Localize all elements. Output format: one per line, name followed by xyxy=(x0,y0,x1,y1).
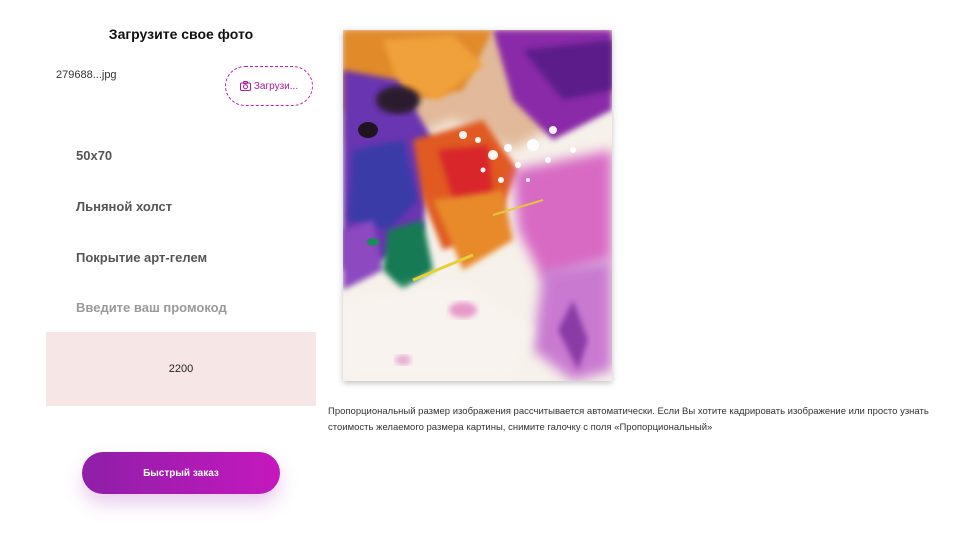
abstract-paint-image xyxy=(343,30,612,381)
upload-title: Загрузите свое фото xyxy=(108,26,254,42)
material-option[interactable]: Льняной холст xyxy=(76,199,172,214)
upload-button-label: Загрузи... xyxy=(253,80,299,92)
uploaded-file-name: 279688...jpg xyxy=(56,69,117,81)
proportional-size-note: Пропорциональный размер изображения расс… xyxy=(328,406,929,433)
price-box: 2200 xyxy=(46,332,316,406)
camera-icon xyxy=(239,81,251,91)
order-panel: Загрузите свое фото 279688...jpg Загрузи… xyxy=(0,0,320,546)
quick-order-button[interactable]: Быстрый заказ xyxy=(82,452,280,494)
artwork-preview xyxy=(343,30,612,381)
upload-photo-button[interactable]: Загрузи... xyxy=(225,66,313,106)
size-option[interactable]: 50x70 xyxy=(76,148,112,163)
promo-code-input[interactable]: Введите ваш промокод xyxy=(76,300,227,315)
price-value: 2200 xyxy=(168,363,194,375)
coating-option[interactable]: Покрытие арт-гелем xyxy=(76,250,207,265)
